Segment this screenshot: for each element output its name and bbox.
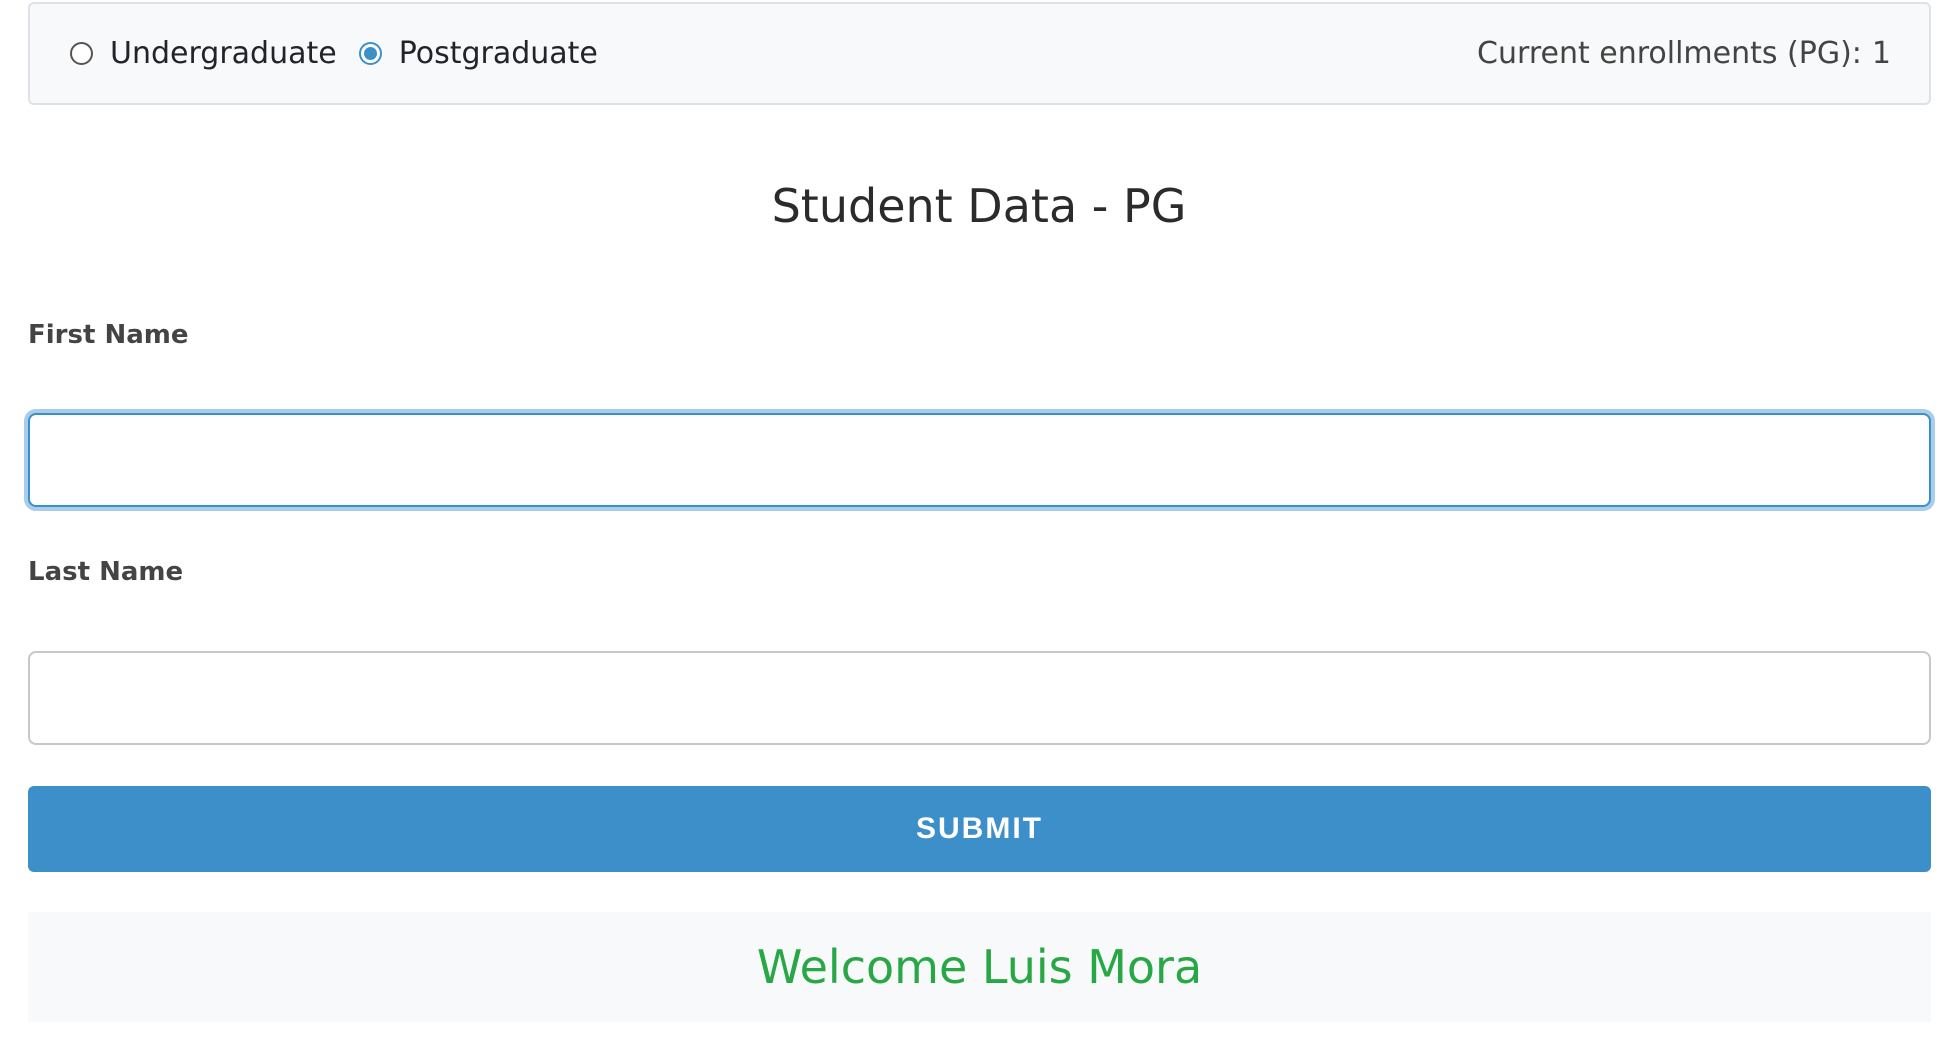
last-name-input[interactable] xyxy=(28,651,1931,745)
program-selector-bar: Undergraduate Postgraduate Current enrol… xyxy=(28,2,1931,105)
enrollment-counter: Current enrollments (PG): 1 xyxy=(1477,4,1891,103)
last-name-label: Last Name xyxy=(28,557,184,587)
submit-button[interactable]: SUBMIT xyxy=(28,786,1931,872)
welcome-panel: Welcome Luis Mora xyxy=(28,912,1931,1022)
radio-option-postgraduate[interactable]: Postgraduate xyxy=(358,36,598,71)
undergraduate-radio[interactable] xyxy=(70,42,93,65)
postgraduate-label: Postgraduate xyxy=(398,36,598,71)
program-radio-group: Undergraduate Postgraduate xyxy=(70,4,598,103)
radio-option-undergraduate[interactable]: Undergraduate xyxy=(70,36,337,71)
undergraduate-label: Undergraduate xyxy=(110,36,337,71)
enrollment-count: 1 xyxy=(1871,36,1891,71)
first-name-input[interactable] xyxy=(28,413,1931,507)
page-title: Student Data - PG xyxy=(771,179,1187,233)
welcome-message: Welcome Luis Mora xyxy=(756,940,1203,994)
postgraduate-radio[interactable] xyxy=(358,42,382,65)
enrollment-label: Current enrollments (PG): xyxy=(1477,36,1862,71)
first-name-label: First Name xyxy=(28,320,189,350)
